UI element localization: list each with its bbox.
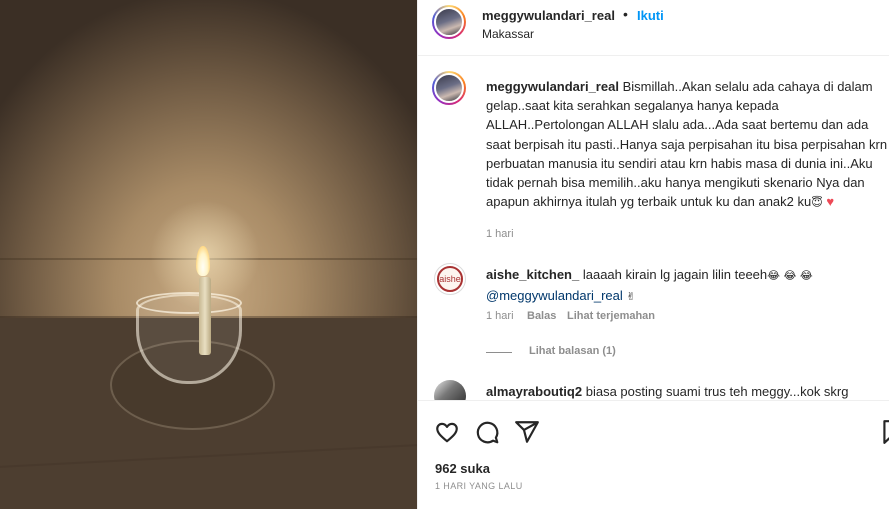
comment-text: laaaah kirain lg jagain lilin teeeh [582, 267, 768, 282]
follow-button[interactable]: Ikuti [637, 8, 664, 23]
see-translation-button[interactable]: Lihat terjemahan [567, 310, 655, 322]
candle-flame [196, 246, 210, 276]
avatar-label: aishe [437, 266, 463, 292]
comment-time[interactable]: 1 hari [486, 310, 514, 322]
comment-text: biasa posting suami trus teh meggy...kok… [585, 384, 849, 399]
reply-button[interactable]: Balas [527, 310, 556, 322]
caption-text: Bismillah..Akan selalu ada cahaya di dal… [486, 79, 888, 210]
caption-username[interactable]: meggywulandari_real [486, 79, 619, 94]
comment-username[interactable]: aishe_kitchen_ [486, 267, 579, 282]
red-heart-emoji-icon: ♥ [826, 194, 835, 210]
location-link[interactable]: Makassar [482, 27, 534, 41]
share-icon[interactable] [514, 419, 540, 445]
comment: almayraboutiq2 biasa posting suami trus … [486, 384, 888, 399]
heart-icon[interactable] [434, 419, 460, 445]
author-username[interactable]: meggywulandari_real [482, 8, 615, 23]
bookmark-icon[interactable] [879, 419, 889, 445]
post-date: 1 HARI YANG LALU [435, 481, 523, 491]
likes-count[interactable]: 962 suka [435, 461, 490, 476]
replies-divider [486, 352, 512, 353]
comment-avatar[interactable]: aishe [434, 263, 466, 295]
comment-icon[interactable] [474, 419, 500, 445]
glass-rim [136, 292, 242, 314]
caption-avatar[interactable] [432, 71, 466, 105]
comments-section[interactable]: meggywulandari_real Bismillah..Akan sela… [418, 57, 889, 400]
action-bar: 962 suka 1 HARI YANG LALU [418, 400, 889, 509]
laughing-emoji-icon: 😂 😂 😂 [767, 269, 813, 282]
smiling-halo-emoji-icon: 😇 [811, 196, 823, 210]
candle [199, 277, 211, 355]
comment-username[interactable]: almayraboutiq2 [486, 384, 582, 399]
view-replies-button[interactable]: Lihat balasan (1) [529, 345, 616, 357]
separator-dot: • [623, 6, 628, 22]
comment: aishe_kitchen_ laaaah kirain lg jagain l… [486, 265, 888, 306]
post-photo[interactable] [0, 0, 417, 509]
caption-time[interactable]: 1 hari [486, 228, 514, 240]
caption: meggywulandari_real Bismillah..Akan sela… [486, 77, 888, 212]
comment-mention[interactable]: @meggywulandari_real [486, 288, 623, 303]
post-sidebar: meggywulandari_real • Ikuti Makassar meg… [417, 0, 889, 509]
post-header: meggywulandari_real • Ikuti Makassar [418, 0, 889, 56]
victory-hand-emoji-icon: ✌ [626, 289, 636, 303]
comment-avatar[interactable] [434, 380, 466, 400]
author-avatar[interactable] [432, 5, 466, 39]
